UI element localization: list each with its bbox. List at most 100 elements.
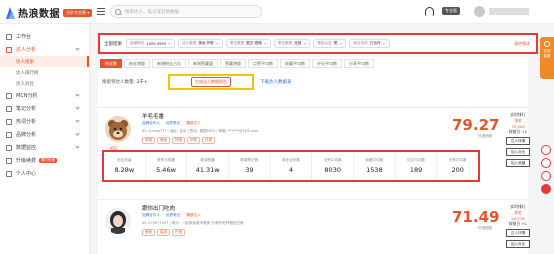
sidebar-sub-kol-search[interactable]: 达人搜索 xyxy=(0,56,89,67)
sidebar-sub-kol-compare[interactable]: 达人对比 xyxy=(0,78,89,89)
metric-value: 200 xyxy=(451,166,464,174)
metric-value: 8.28w xyxy=(114,166,135,174)
sidebar-item-kol-analysis[interactable]: 达人分析 xyxy=(0,43,89,56)
tab-new-fans-ratio[interactable]: 新增粉丝占比 xyxy=(152,59,186,68)
metric: 商业合作数 4 xyxy=(271,152,313,180)
kol-name[interactable]: 跟你出门吃肉 xyxy=(142,204,175,212)
kol-label: 探店 xyxy=(157,229,170,236)
avatar[interactable] xyxy=(105,116,131,142)
close-icon[interactable]: × xyxy=(168,42,171,46)
add-favorite-button[interactable]: 加入收藏 xyxy=(506,159,530,167)
close-icon[interactable]: × xyxy=(264,42,267,46)
kol-score: 79.27 xyxy=(452,116,500,134)
hotword-icon xyxy=(6,118,12,125)
chevron-down-icon xyxy=(75,118,80,123)
add-compare-button[interactable]: 加入对比 xyxy=(506,240,530,248)
kol-name[interactable]: 羊毛毛番 xyxy=(142,112,164,120)
tab-avg-likes[interactable]: 点赞平均数 xyxy=(248,59,278,68)
generate-report-button[interactable]: 生成达人数据报告 xyxy=(191,77,231,87)
tab-fans-growth[interactable]: 粉丝增量 xyxy=(124,59,150,68)
download-data-button[interactable]: 下载达人数据表 xyxy=(260,79,292,85)
kol-detail-button[interactable]: 达人详情 xyxy=(506,229,530,237)
sidebar-item-notes[interactable]: 笔记分析 xyxy=(0,102,89,115)
chat-icon xyxy=(544,41,550,47)
filter-chip[interactable]: 笔记类别 全部 × xyxy=(273,39,311,48)
chip-value: 是 xyxy=(333,41,338,45)
tab-new-likes[interactable]: 新增赞藏量 xyxy=(188,59,218,68)
headset-icon[interactable] xyxy=(425,7,434,16)
metric-value: 5.46w xyxy=(156,166,176,174)
close-icon[interactable]: × xyxy=(303,42,306,46)
kol-tags: 品牌合作人 优质笔记 腰部达人 xyxy=(142,121,207,126)
monitor-icon xyxy=(6,144,12,151)
tab-avg-shares[interactable]: 分享平均数 xyxy=(344,59,374,68)
kol-detail-button[interactable]: 达人详情 xyxy=(506,137,530,145)
filter-chip[interactable]: 笔记类型 图文·视频 × xyxy=(225,39,271,48)
favorite-icon[interactable] xyxy=(541,145,551,155)
result-count-prefix: 搜索到达人数量: xyxy=(102,80,136,85)
metric-label: 点赞平均数 xyxy=(323,158,342,162)
upgrade-icon xyxy=(6,157,12,164)
tab-fans[interactable]: 粉丝数 xyxy=(100,59,122,68)
feedback-icon[interactable] xyxy=(541,171,551,181)
sidebar-item-monitor[interactable]: 数据监控 xyxy=(0,141,89,154)
user-name-blurred[interactable] xyxy=(489,8,529,15)
metric: 分享平均数 200 xyxy=(437,152,478,180)
filter-bar-label: 全部结果 xyxy=(104,41,122,47)
version-badge[interactable]: 分析专业版 ▾ xyxy=(63,8,93,17)
avatar[interactable] xyxy=(474,6,485,17)
clear-filters-button[interactable]: 清空筛选 xyxy=(514,41,530,47)
menu-toggle-icon[interactable] xyxy=(97,8,105,15)
sidebar-item-brand[interactable]: 品牌分析 xyxy=(0,128,89,141)
chip-key: 商业合作 xyxy=(353,41,368,45)
kol-tag: 优质笔记 xyxy=(165,213,181,217)
filter-chip[interactable]: 商业合作 已合作 × xyxy=(349,39,390,48)
sidebar-sub-kol-ranking[interactable]: 达人排行榜 xyxy=(0,67,89,78)
chip-value: 图文·视频 xyxy=(246,41,262,45)
chevron-up-icon xyxy=(75,46,80,51)
tab-avg-saves[interactable]: 收藏平均数 xyxy=(280,59,310,68)
back-to-top-icon[interactable] xyxy=(541,184,551,194)
result-count-value: 2千+ xyxy=(136,80,148,85)
logo[interactable]: 热浪数据 分析专业版 ▾ xyxy=(4,5,93,20)
close-icon[interactable]: × xyxy=(216,42,219,46)
add-compare-button[interactable]: 加入对比 xyxy=(506,148,530,156)
brand-icon xyxy=(6,131,12,138)
chip-key: 达人类型 xyxy=(181,41,197,45)
sidebar-item-label: 热词分析 xyxy=(16,119,37,125)
kol-label: 美食 xyxy=(142,229,155,236)
sidebar-item-workbench[interactable]: 工作台 xyxy=(0,30,89,43)
sidebar-item-hotwords[interactable]: 热词分析 xyxy=(0,115,89,128)
avatar[interactable] xyxy=(105,208,131,234)
float-bar-line: 客服 xyxy=(543,54,551,58)
metric: 新增笔记数 39 xyxy=(229,152,271,180)
filter-bar: 全部结果 全部粉丝 1000-9999 × 达人类型 美妆·护肤 × 笔记类型 图文·视频… xyxy=(98,33,538,54)
sidebar-item-mcn[interactable]: MCN分析 xyxy=(0,89,89,102)
metric: 点赞平均数 8030 xyxy=(312,152,355,180)
pro-badge[interactable]: 专业版 xyxy=(442,7,460,15)
sidebar-item-upgrade[interactable]: 升级续费 限时优惠 xyxy=(0,154,89,167)
kol-tag: 品牌合作人 xyxy=(142,121,160,125)
kol-score: 71.49 xyxy=(452,208,500,226)
metric-label: 收藏平均数 xyxy=(365,158,384,162)
history-icon[interactable] xyxy=(541,158,551,168)
sidebar-item-label: 笔记分析 xyxy=(16,106,37,112)
online-service-button[interactable]: 在线 客服 xyxy=(540,37,554,79)
sidebar-item-profile[interactable]: 个人中心 xyxy=(0,167,89,180)
close-icon[interactable]: × xyxy=(383,42,386,46)
promo-tag: 限时优惠 xyxy=(39,158,58,163)
metric-value: 1538 xyxy=(366,166,383,174)
tab-avg-comments[interactable]: 评论平均数 xyxy=(312,59,342,68)
filter-chip[interactable]: 是否认证是 × xyxy=(313,39,347,48)
tab-likes-growth[interactable]: 赞藏增量 xyxy=(220,59,246,68)
chip-key: 是否认证 xyxy=(317,41,332,45)
close-icon[interactable]: × xyxy=(339,42,342,46)
filter-chip[interactable]: 全部粉丝 1000-9999 × xyxy=(126,39,175,48)
sidebar-item-label: 品牌分析 xyxy=(16,132,37,138)
metric-value: 189 xyxy=(409,166,423,174)
search-input[interactable]: 搜索达人、笔记或其他数据 xyxy=(110,5,262,18)
portrait-avatar-icon xyxy=(105,208,131,234)
filter-chip[interactable]: 达人类型 美妆·护肤 × xyxy=(177,39,223,48)
user-analysis-icon xyxy=(6,46,12,53)
metric-label: 新增赞藏 xyxy=(200,158,215,162)
